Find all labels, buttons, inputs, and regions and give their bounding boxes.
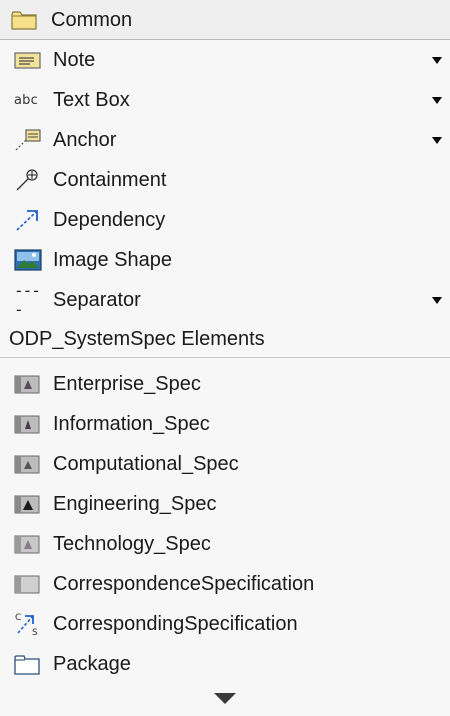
separator-icon: ---- bbox=[14, 281, 41, 319]
chevron-down-icon[interactable] bbox=[430, 53, 444, 67]
palette-item-corresponding-specification[interactable]: C S CorrespondingSpecification bbox=[0, 604, 450, 644]
palette-item-information-spec[interactable]: Information_Spec bbox=[0, 404, 450, 444]
palette-item-separator[interactable]: ---- Separator bbox=[0, 280, 450, 320]
palette-item-label: Information_Spec bbox=[53, 413, 210, 435]
chevron-down-icon[interactable] bbox=[430, 93, 444, 107]
package-icon bbox=[14, 652, 44, 676]
palette-item-correspondence-specification[interactable]: CorrespondenceSpecification bbox=[0, 564, 450, 604]
palette-item-label: Technology_Spec bbox=[53, 533, 211, 555]
palette-item-label: Enterprise_Spec bbox=[53, 373, 201, 395]
note-icon bbox=[14, 48, 44, 72]
palette-item-label: Package bbox=[53, 653, 131, 675]
drawer-odp-title: ODP_SystemSpec Elements bbox=[9, 327, 265, 350]
information-spec-icon bbox=[14, 412, 44, 436]
drawer-common[interactable]: Common bbox=[0, 0, 450, 40]
palette-item-technology-spec[interactable]: Technology_Spec bbox=[0, 524, 450, 564]
palette-item-label: Separator bbox=[53, 289, 141, 311]
svg-text:C: C bbox=[15, 613, 21, 623]
palette-item-note[interactable]: Note bbox=[0, 40, 450, 80]
containment-icon bbox=[14, 168, 44, 192]
palette-item-label: Image Shape bbox=[53, 249, 172, 271]
folder-icon bbox=[11, 9, 41, 31]
text-box-icon: abc bbox=[14, 92, 38, 108]
image-icon bbox=[14, 248, 44, 272]
scroll-down-arrow-icon[interactable] bbox=[0, 690, 450, 706]
chevron-down-icon[interactable] bbox=[430, 133, 444, 147]
palette-item-label: Containment bbox=[53, 169, 167, 191]
anchor-icon bbox=[14, 128, 44, 152]
engineering-spec-icon bbox=[14, 492, 44, 516]
dependency-icon bbox=[14, 208, 44, 232]
computational-spec-icon bbox=[14, 452, 44, 476]
palette-item-enterprise-spec[interactable]: Enterprise_Spec bbox=[0, 364, 450, 404]
palette-item-anchor[interactable]: Anchor bbox=[0, 120, 450, 160]
palette-item-label: Text Box bbox=[53, 89, 130, 111]
palette-item-package[interactable]: Package bbox=[0, 644, 450, 684]
palette-item-engineering-spec[interactable]: Engineering_Spec bbox=[0, 484, 450, 524]
palette-item-label: Engineering_Spec bbox=[53, 493, 217, 515]
palette-item-label: Note bbox=[53, 49, 96, 71]
palette-panel: Common Note abc Text Box Anchor Containm… bbox=[0, 0, 450, 716]
corresponding-specification-icon: C S bbox=[14, 612, 44, 637]
palette-item-label: CorrespondenceSpecification bbox=[53, 573, 315, 595]
enterprise-spec-icon bbox=[14, 372, 44, 396]
palette-item-label: Dependency bbox=[53, 209, 166, 231]
chevron-down-icon[interactable] bbox=[430, 293, 444, 307]
svg-text:S: S bbox=[32, 628, 38, 637]
correspondence-specification-icon bbox=[14, 572, 44, 596]
palette-item-containment[interactable]: Containment bbox=[0, 160, 450, 200]
palette-item-computational-spec[interactable]: Computational_Spec bbox=[0, 444, 450, 484]
palette-item-label: Computational_Spec bbox=[53, 453, 239, 475]
palette-item-label: CorrespondingSpecification bbox=[53, 613, 298, 635]
palette-item-label: Anchor bbox=[53, 129, 117, 151]
drawer-odp-systemspec-elements[interactable]: ODP_SystemSpec Elements bbox=[0, 320, 450, 358]
palette-item-text-box[interactable]: abc Text Box bbox=[0, 80, 450, 120]
palette-item-image-shape[interactable]: Image Shape bbox=[0, 240, 450, 280]
technology-spec-icon bbox=[14, 532, 44, 556]
drawer-common-title: Common bbox=[51, 8, 133, 31]
palette-item-dependency[interactable]: Dependency bbox=[0, 200, 450, 240]
